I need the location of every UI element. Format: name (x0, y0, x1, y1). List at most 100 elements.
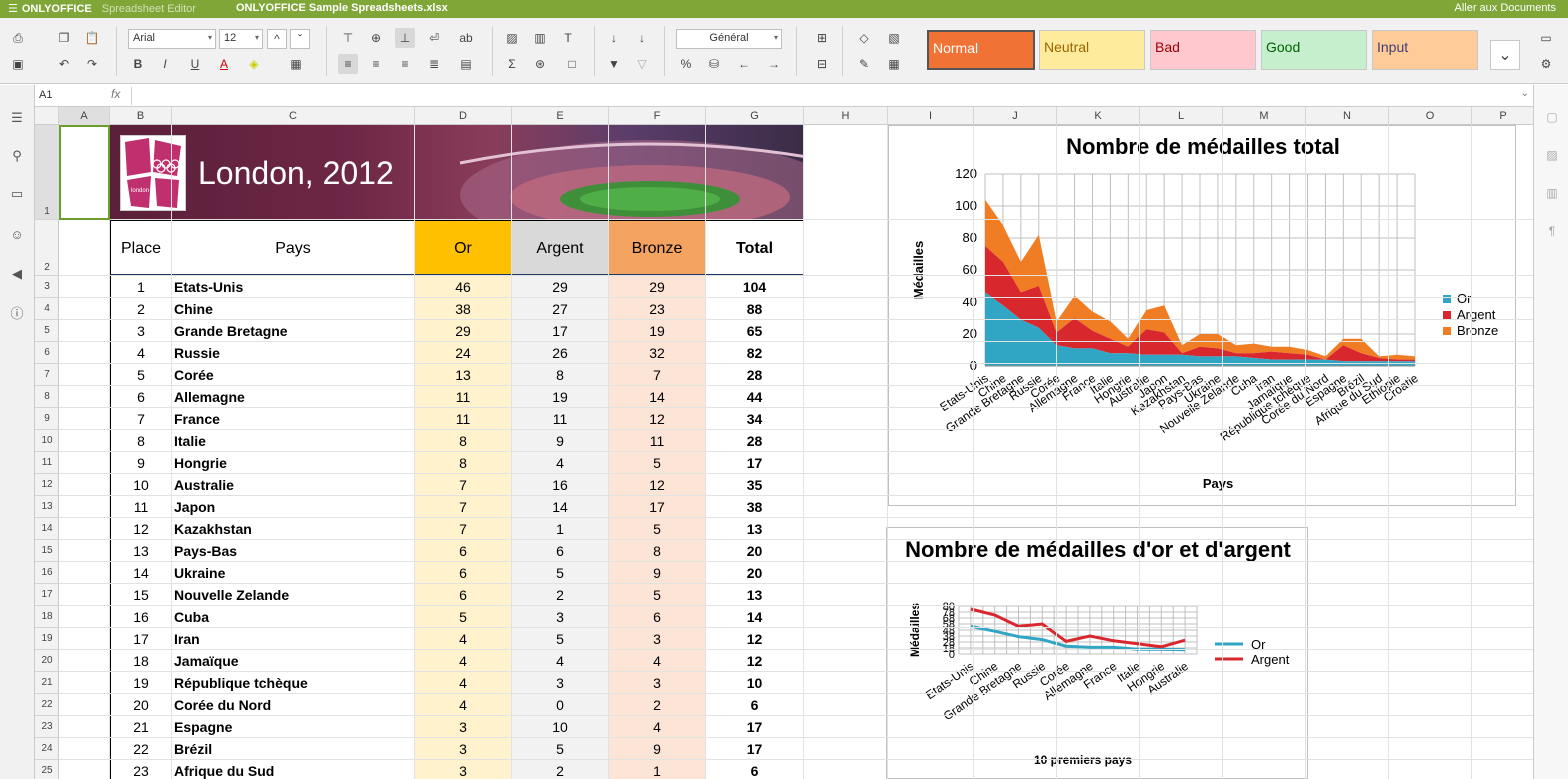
paste-icon[interactable]: 📋 (82, 28, 102, 48)
table-cell-r12-c5[interactable]: 5 (609, 518, 706, 540)
row-header-6[interactable]: 6 (35, 342, 59, 364)
table-cell-r21-c4[interactable]: 10 (512, 716, 609, 738)
header-pays[interactable]: Pays (172, 220, 415, 276)
header-place[interactable]: Place (110, 220, 172, 276)
table-cell-r22-c6[interactable]: 17 (706, 738, 804, 760)
underline-icon[interactable]: U (185, 54, 205, 74)
column-header-e[interactable]: E (512, 107, 609, 125)
table-cell-r6-c4[interactable]: 19 (512, 386, 609, 408)
style-neutral[interactable]: Neutral (1039, 30, 1145, 70)
row-header-14[interactable]: 14 (35, 518, 59, 540)
table-cell-r1-c6[interactable]: 104 (706, 276, 804, 298)
table-cell-r9-c1[interactable]: 9 (110, 452, 172, 474)
table-cell-r6-c5[interactable]: 14 (609, 386, 706, 408)
table-cell-r7-c6[interactable]: 34 (706, 408, 804, 430)
table-cell-r21-c3[interactable]: 3 (415, 716, 512, 738)
delete-cells-icon[interactable]: ⊟ (812, 54, 832, 74)
table-cell-r6-c6[interactable]: 44 (706, 386, 804, 408)
table-cell-r19-c5[interactable]: 3 (609, 672, 706, 694)
undo-icon[interactable]: ↶ (54, 54, 74, 74)
table-cell-r17-c6[interactable]: 12 (706, 628, 804, 650)
table-cell-r12-c3[interactable]: 7 (415, 518, 512, 540)
number-format-select[interactable]: Général ▾ (676, 29, 782, 49)
table-cell-r23-c5[interactable]: 1 (609, 760, 706, 779)
info-icon[interactable]: ⓘ (8, 303, 26, 321)
row-header-25[interactable]: 25 (35, 760, 59, 779)
redo-icon[interactable]: ↷ (82, 54, 102, 74)
table-cell-r13-c4[interactable]: 6 (512, 540, 609, 562)
style-normal[interactable]: Normal (927, 30, 1035, 70)
table-cell-r1-c1[interactable]: 1 (110, 276, 172, 298)
column-header-f[interactable]: F (609, 107, 706, 125)
align-left-icon[interactable]: ≡ (338, 54, 358, 74)
table-cell-r20-c5[interactable]: 2 (609, 694, 706, 716)
table-cell-r16-c2[interactable]: Cuba (172, 606, 415, 628)
decrease-font-icon[interactable]: ˇ (290, 29, 310, 49)
paragraph-settings-icon[interactable]: ¶ (1542, 221, 1562, 241)
increase-font-icon[interactable]: ^ (267, 29, 287, 49)
insert-cells-icon[interactable]: ⊞ (812, 28, 832, 48)
insert-chart-icon[interactable]: ▥ (530, 28, 550, 48)
table-cell-r22-c2[interactable]: Brézil (172, 738, 415, 760)
table-cell-r5-c4[interactable]: 8 (512, 364, 609, 386)
table-cell-r8-c3[interactable]: 8 (415, 430, 512, 452)
table-cell-r2-c4[interactable]: 27 (512, 298, 609, 320)
table-cell-r18-c4[interactable]: 4 (512, 650, 609, 672)
column-header-p[interactable]: P (1472, 107, 1533, 125)
table-cell-r11-c4[interactable]: 14 (512, 496, 609, 518)
table-cell-r9-c3[interactable]: 8 (415, 452, 512, 474)
table-cell-r9-c2[interactable]: Hongrie (172, 452, 415, 474)
table-cell-r2-c2[interactable]: Chine (172, 298, 415, 320)
align-right-icon[interactable]: ≡ (395, 54, 415, 74)
column-header-i[interactable]: I (888, 107, 974, 125)
table-cell-r15-c2[interactable]: Nouvelle Zelande (172, 584, 415, 606)
row-header-8[interactable]: 8 (35, 386, 59, 408)
table-cell-r12-c6[interactable]: 13 (706, 518, 804, 540)
insert-textbox-icon[interactable]: T (558, 28, 578, 48)
row-header-3[interactable]: 3 (35, 276, 59, 298)
row-header-19[interactable]: 19 (35, 628, 59, 650)
table-cell-r5-c6[interactable]: 28 (706, 364, 804, 386)
align-middle-icon[interactable]: ⊕ (366, 28, 386, 48)
table-cell-r23-c1[interactable]: 23 (110, 760, 172, 779)
table-cell-r3-c2[interactable]: Grande Bretagne (172, 320, 415, 342)
select-all-corner[interactable] (35, 107, 59, 125)
table-cell-r19-c1[interactable]: 19 (110, 672, 172, 694)
column-header-n[interactable]: N (1306, 107, 1389, 125)
table-cell-r14-c4[interactable]: 5 (512, 562, 609, 584)
align-top-icon[interactable]: ⊤ (338, 28, 358, 48)
row-header-9[interactable]: 9 (35, 408, 59, 430)
row-header-4[interactable]: 4 (35, 298, 59, 320)
column-header-h[interactable]: H (804, 107, 888, 125)
print-icon[interactable]: ⎙ (8, 28, 28, 48)
table-cell-r18-c3[interactable]: 4 (415, 650, 512, 672)
sort-descending-icon[interactable]: ↓ (632, 28, 652, 48)
table-cell-r14-c2[interactable]: Ukraine (172, 562, 415, 584)
clear-icon[interactable]: ◇ (854, 28, 874, 48)
table-cell-r1-c5[interactable]: 29 (609, 276, 706, 298)
table-cell-r15-c5[interactable]: 5 (609, 584, 706, 606)
table-cell-r23-c6[interactable]: 6 (706, 760, 804, 779)
wrap-text-icon[interactable]: ⏎ (424, 28, 444, 48)
table-cell-r4-c4[interactable]: 26 (512, 342, 609, 364)
row-header-7[interactable]: 7 (35, 364, 59, 386)
table-cell-r17-c5[interactable]: 3 (609, 628, 706, 650)
table-cell-r1-c2[interactable]: Etats-Unis (172, 276, 415, 298)
style-good[interactable]: Good (1261, 30, 1367, 70)
table-cell-r11-c5[interactable]: 17 (609, 496, 706, 518)
settings-gear-icon[interactable]: ⚙ (1536, 54, 1556, 74)
row-header-22[interactable]: 22 (35, 694, 59, 716)
table-cell-r9-c6[interactable]: 17 (706, 452, 804, 474)
table-cell-r17-c3[interactable]: 4 (415, 628, 512, 650)
table-cell-r4-c6[interactable]: 82 (706, 342, 804, 364)
table-cell-r17-c4[interactable]: 5 (512, 628, 609, 650)
table-cell-r15-c6[interactable]: 13 (706, 584, 804, 606)
cell-reference[interactable]: A1 (39, 89, 52, 101)
table-cell-r2-c1[interactable]: 2 (110, 298, 172, 320)
table-cell-r19-c4[interactable]: 3 (512, 672, 609, 694)
column-header-m[interactable]: M (1223, 107, 1306, 125)
merge-icon[interactable]: ▤ (456, 54, 476, 74)
table-cell-r15-c4[interactable]: 2 (512, 584, 609, 606)
table-cell-r18-c2[interactable]: Jamaïque (172, 650, 415, 672)
table-cell-r20-c6[interactable]: 6 (706, 694, 804, 716)
